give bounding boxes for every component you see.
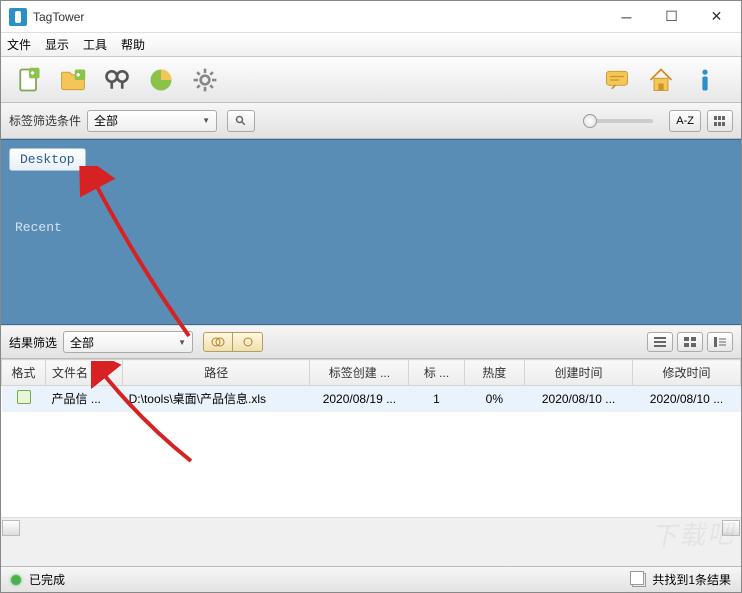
menu-view[interactable]: 显示 [45,36,69,53]
tag-search-button[interactable] [227,110,255,132]
settings-button[interactable] [187,62,223,98]
col-filename[interactable]: 文件名 [46,360,123,386]
maximize-button[interactable]: ☐ [649,2,694,32]
menu-tools[interactable]: 工具 [83,36,107,53]
cell-format [2,386,46,412]
results-table: 格式 文件名 路径 标签创建 ... 标 ... 热度 创建时间 修改时间 产品… [1,359,741,412]
toolbar [1,57,741,103]
window-title: TagTower [33,10,604,24]
results-filter-combo[interactable]: 全部 ▼ [63,331,193,353]
menu-file[interactable]: 文件 [7,36,31,53]
table-header-row: 格式 文件名 路径 标签创建 ... 标 ... 热度 创建时间 修改时间 [2,360,741,386]
xls-file-icon [17,390,31,404]
status-text: 已完成 [29,571,65,588]
app-icon [9,8,27,26]
chevron-down-icon: ▼ [202,116,210,125]
info-button[interactable] [687,62,723,98]
cell-created: 2020/08/10 ... [525,386,633,412]
col-tags[interactable]: 标 ... [409,360,464,386]
titlebar: TagTower ─ ☐ ✕ [1,1,741,33]
search-button[interactable] [99,62,135,98]
col-tag-created[interactable]: 标签创建 ... [310,360,409,386]
copy-icon[interactable] [632,573,646,587]
tag-filter-bar: 标签筛选条件 全部 ▼ A-Z [1,103,741,139]
cell-heat: 0% [464,386,525,412]
view-grid-button[interactable] [677,332,703,352]
home-button[interactable] [643,62,679,98]
chevron-down-icon: ▼ [178,338,186,347]
menu-help[interactable]: 帮助 [121,36,145,53]
cell-modified: 2020/08/10 ... [633,386,741,412]
results-filter-label: 结果筛选 [9,334,57,351]
cell-tag-created: 2020/08/19 ... [310,386,409,412]
cell-tags: 1 [409,386,464,412]
col-format[interactable]: 格式 [2,360,46,386]
view-list-button[interactable] [647,332,673,352]
zoom-slider[interactable] [583,119,653,123]
statusbar: 已完成 共找到1条结果 [1,566,741,592]
col-created[interactable]: 创建时间 [525,360,633,386]
view-detail-button[interactable] [707,332,733,352]
chart-button[interactable] [143,62,179,98]
new-file-button[interactable] [11,62,47,98]
minimize-button[interactable]: ─ [604,2,649,32]
horizontal-scrollbar[interactable] [1,517,741,535]
layout-toggle-button[interactable] [707,110,733,132]
tag-filter-value: 全部 [94,112,118,129]
tags-panel: Desktop Recent [1,139,741,325]
results-filter-value: 全部 [70,334,94,351]
tag-filter-label: 标签筛选条件 [9,112,81,129]
col-heat[interactable]: 热度 [464,360,525,386]
cell-path: D:\tools\桌面\产品信息.xls [123,386,310,412]
col-modified[interactable]: 修改时间 [633,360,741,386]
tag-desktop[interactable]: Desktop [9,148,86,171]
results-table-wrap: 格式 文件名 路径 标签创建 ... 标 ... 热度 创建时间 修改时间 产品… [1,359,741,517]
col-path[interactable]: 路径 [123,360,310,386]
slider-thumb[interactable] [583,114,597,128]
status-led-icon [11,575,21,585]
mode-or-icon[interactable] [233,332,263,352]
sort-az-button[interactable]: A-Z [669,110,701,132]
results-filter-bar: 结果筛选 全部 ▼ [1,325,741,359]
tag-recent[interactable]: Recent [9,217,733,238]
message-button[interactable] [599,62,635,98]
cell-filename: 产品信 ... [46,386,123,412]
close-button[interactable]: ✕ [694,2,739,32]
new-folder-button[interactable] [55,62,91,98]
mode-and-icon[interactable] [203,332,233,352]
results-mode-toggle[interactable] [203,332,263,352]
table-row[interactable]: 产品信 ... D:\tools\桌面\产品信息.xls 2020/08/19 … [2,386,741,412]
status-count: 共找到1条结果 [652,571,731,588]
menubar: 文件 显示 工具 帮助 [1,33,741,57]
tag-filter-combo[interactable]: 全部 ▼ [87,110,217,132]
